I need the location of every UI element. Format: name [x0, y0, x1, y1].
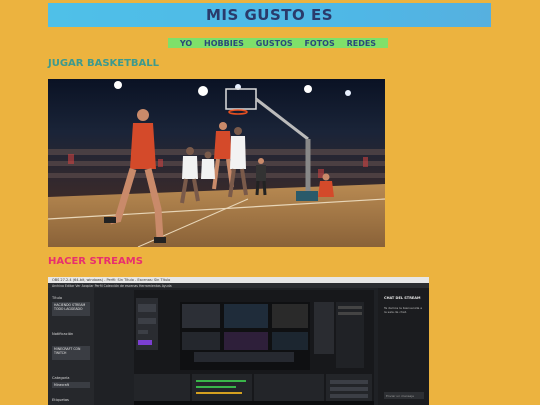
- chat-input-placeholder: Enviar un mensaje: [386, 393, 414, 398]
- obs-screenshot: OBS 27.2.4 (64-bit, windows) - Perfil: S…: [48, 277, 429, 405]
- chat-title: CHAT DEL STREAM: [384, 296, 421, 300]
- title-field: HACIENDO STREAM TODO LAGGEADO: [52, 302, 90, 316]
- obs-menu-text: Archivo Editar Ver Acoplar Perfil Colecc…: [52, 283, 172, 288]
- basketball-scene: [48, 79, 385, 247]
- nav-link-hobbies[interactable]: HOBBIES: [204, 39, 244, 48]
- notification-field: MINECRAFT CON TWITCH: [52, 346, 90, 360]
- nav-link-redes[interactable]: REDES: [347, 39, 377, 48]
- nav-link-fotos[interactable]: FOTOS: [304, 39, 334, 48]
- basketball-photo: [48, 79, 385, 247]
- section-title-streams: HACER STREAMS: [48, 256, 143, 267]
- section-title-basketball: JUGAR BASKETBALL: [48, 58, 160, 69]
- title-label: Título: [52, 296, 63, 300]
- nav-link-gustos[interactable]: GUSTOS: [256, 39, 293, 48]
- category-field: Minecraft: [52, 382, 90, 388]
- notification-value: MINECRAFT CON TWITCH: [54, 347, 81, 355]
- obs-menubar: Archivo Editar Ver Acoplar Perfil Colecc…: [48, 283, 429, 288]
- header-banner: MIS GUSTO ES: [48, 3, 491, 27]
- nav-link-yo[interactable]: YO: [180, 39, 192, 48]
- main-nav: YO HOBBIES GUSTOS FOTOS REDES: [168, 38, 388, 48]
- chat-welcome-message: Te damos la bienvenida a la sala de chat…: [384, 306, 423, 314]
- obs-editor-view: [134, 290, 374, 405]
- obs-window-title: OBS 27.2.4 (64-bit, windows) - Perfil: S…: [52, 278, 171, 282]
- category-value: Minecraft: [54, 383, 69, 387]
- chat-input: Enviar un mensaje: [384, 392, 424, 399]
- site-title: MIS GUSTO ES: [205, 6, 334, 24]
- obs-main-area: [134, 290, 374, 405]
- obs-chat-panel: CHAT DEL STREAM Te damos la bienvenida a…: [378, 288, 429, 405]
- category-label: Categoría: [52, 376, 70, 380]
- obs-stream-info-panel: Título HACIENDO STREAM TODO LAGGEADO Not…: [48, 288, 94, 405]
- notification-label: Notificación: [52, 332, 74, 336]
- title-value: HACIENDO STREAM TODO LAGGEADO: [54, 303, 86, 311]
- tags-label: Etiquetas: [52, 398, 69, 402]
